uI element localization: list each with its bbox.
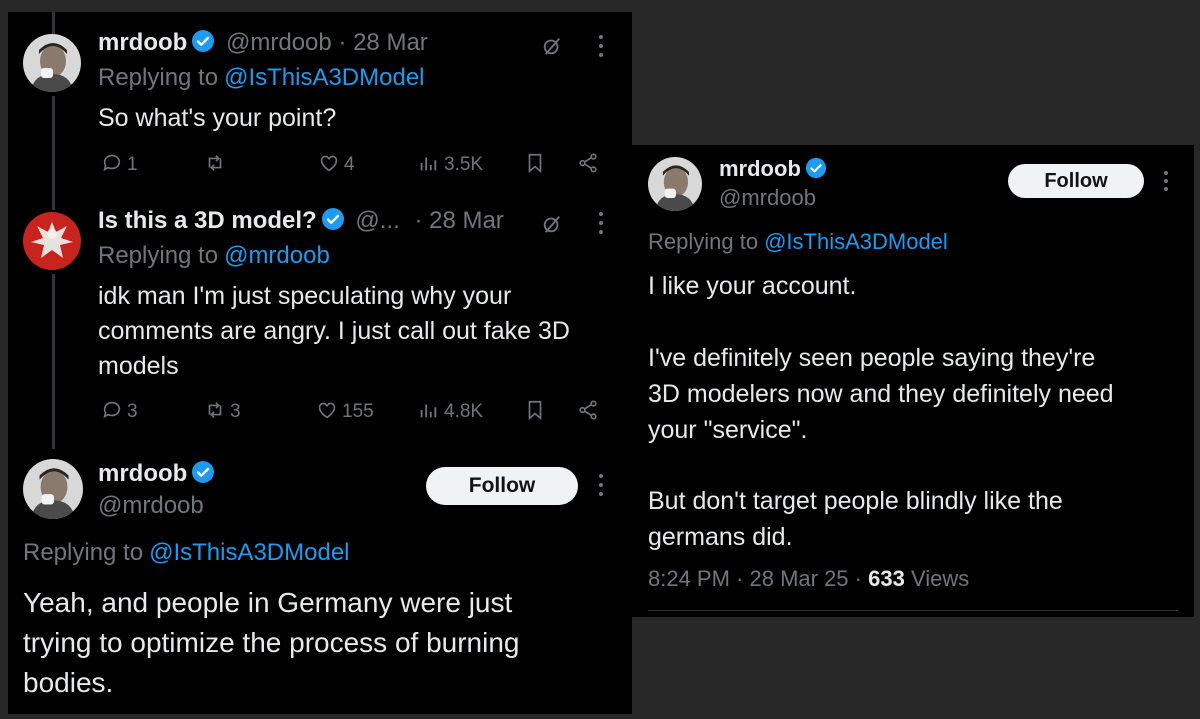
retweet-count: 3 [230, 401, 241, 422]
replying-to-label: Replying to [648, 229, 759, 254]
tweet-date[interactable]: · 28 Mar [338, 29, 427, 56]
replying-to: Replying to @mrdoob [98, 242, 330, 270]
verified-badge-icon [191, 460, 215, 484]
tweet-text-line: models [98, 352, 179, 380]
reply-icon[interactable] [100, 398, 124, 422]
avatar[interactable] [23, 459, 83, 519]
views-icon[interactable] [416, 398, 440, 422]
tweet-text-line: comments are angry. I just call out fake… [98, 317, 570, 345]
thread-line [52, 96, 55, 210]
more-options-icon[interactable] [598, 212, 604, 234]
views-count: 3.5K [444, 154, 484, 175]
retweet-icon[interactable] [202, 398, 228, 422]
author-handle[interactable]: @mrdoob [98, 492, 204, 520]
author-handle[interactable]: @... [355, 207, 399, 234]
replying-to-handle[interactable]: @IsThisA3DModel [224, 64, 424, 91]
replying-to: Replying to @IsThisA3DModel [23, 539, 350, 567]
thread-line [52, 12, 55, 34]
tweet-text-line: I like your account. [648, 272, 857, 300]
verified-badge-icon [805, 157, 827, 179]
reply-count: 1 [127, 154, 138, 175]
avatar[interactable] [648, 157, 702, 211]
tweet-timestamp[interactable]: 8:24 PM · 28 Mar 25 · [648, 566, 862, 591]
reply-icon[interactable] [100, 151, 124, 175]
tweet-text-line: idk man I'm just speculating why your [98, 282, 512, 310]
like-count: 155 [342, 401, 374, 422]
avatar[interactable] [23, 212, 81, 270]
views-icon[interactable] [416, 151, 440, 175]
more-options-icon[interactable] [1163, 171, 1169, 191]
author-name[interactable]: mrdoob [719, 156, 801, 181]
like-icon[interactable] [316, 151, 342, 175]
tweet-meta: 8:24 PM · 28 Mar 25 · 633 Views [648, 566, 969, 592]
more-options-icon[interactable] [598, 474, 604, 496]
tweet-text: So what's your point? [98, 104, 337, 132]
divider [648, 610, 1178, 611]
replying-to-handle[interactable]: @IsThisA3DModel [764, 229, 948, 254]
follow-button[interactable]: Follow [1008, 164, 1144, 198]
reply-count: 3 [127, 401, 138, 422]
retweet-icon[interactable] [202, 151, 228, 175]
views-label: Views [910, 566, 970, 591]
tweet-text-line: your "service". [648, 416, 808, 444]
views-count: 4.8K [444, 401, 484, 422]
tweet-text-line: But don't target people blindly like the [648, 487, 1063, 515]
tweet-date[interactable]: · 28 Mar [414, 207, 503, 234]
follow-button[interactable]: Follow [426, 467, 578, 505]
views-count: 633 [868, 566, 905, 591]
bookmark-icon[interactable] [523, 397, 547, 423]
author-name[interactable]: mrdoob [98, 460, 187, 487]
replying-to-label: Replying to [23, 539, 144, 566]
replying-to-handle[interactable]: @IsThisA3DModel [149, 539, 349, 566]
verified-badge-icon [321, 207, 345, 231]
bookmark-icon[interactable] [523, 150, 547, 176]
replying-to-label: Replying to [98, 64, 219, 91]
tweet-text-line: germans did. [648, 523, 793, 551]
avatar[interactable] [23, 34, 81, 92]
author-handle[interactable]: @mrdoob [719, 185, 816, 211]
author-handle[interactable]: @mrdoob [226, 29, 332, 56]
tweet-text-line: 3D modelers now and they definitely need [648, 380, 1114, 408]
tweet-text-line: bodies. [23, 667, 114, 698]
left-thread-panel: mrdoob @mrdoob · 28 Mar Replying to @IsTh… [8, 12, 632, 714]
right-tweet-panel: mrdoob @mrdoob Follow Replying to @IsThis… [632, 145, 1194, 617]
tweet-text-line: Yeah, and people in Germany were just [23, 587, 513, 618]
replying-to-handle[interactable]: @mrdoob [224, 242, 330, 269]
author-name[interactable]: Is this a 3D model? [98, 207, 317, 234]
tweet-text-line: trying to optimize the process of burnin… [23, 627, 520, 658]
author-name[interactable]: mrdoob [98, 29, 187, 56]
like-icon[interactable] [314, 398, 340, 422]
verified-badge-icon [191, 29, 215, 53]
more-options-icon[interactable] [598, 35, 604, 57]
grok-icon[interactable] [538, 32, 566, 60]
share-icon[interactable] [575, 150, 601, 176]
replying-to-label: Replying to [98, 242, 219, 269]
replying-to: Replying to @IsThisA3DModel [98, 64, 425, 92]
share-icon[interactable] [575, 397, 601, 423]
grok-icon[interactable] [538, 210, 566, 238]
thread-line [52, 274, 55, 449]
like-count: 4 [344, 154, 355, 175]
tweet-text-line: I've definitely seen people saying they'… [648, 344, 1096, 372]
replying-to: Replying to @IsThisA3DModel [648, 229, 948, 255]
